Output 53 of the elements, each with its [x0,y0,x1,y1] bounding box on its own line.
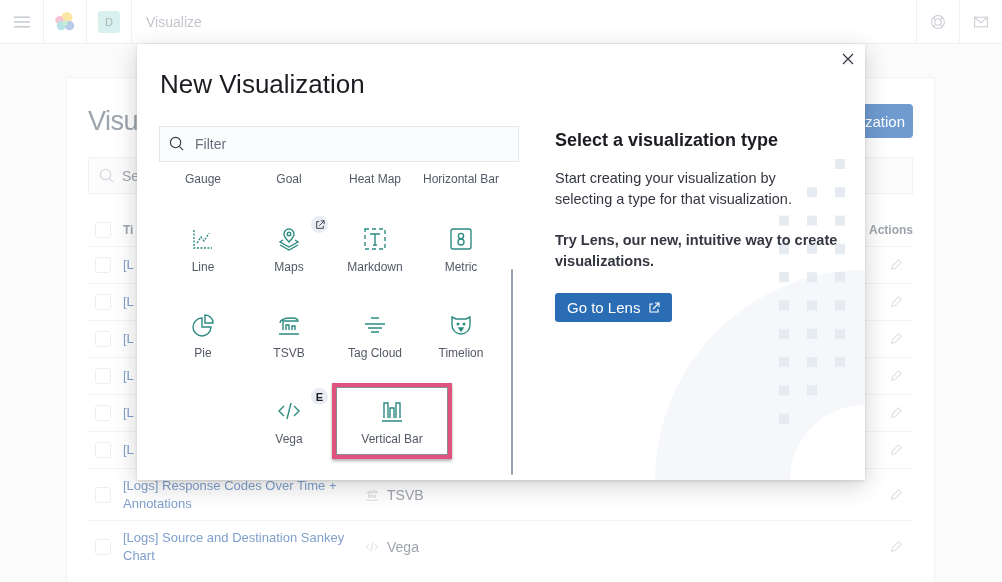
page-title: Visualize [146,13,202,30]
type-text: TSVB [387,486,424,503]
line-chart-icon [191,227,215,251]
menu-icon [13,15,30,28]
pencil-icon[interactable] [889,258,903,272]
vertical-bar-chart-icon [380,399,404,423]
visualization-type[interactable]: Goal [246,166,332,194]
visualization-type[interactable]: Vega E [246,383,332,459]
visualization-type[interactable]: Tag Cloud [332,297,418,373]
experimental-badge: E [311,388,328,405]
column-header: Ti [123,222,134,237]
visualization-type[interactable]: Markdown [332,211,418,287]
external-link-icon [648,301,661,314]
visualization-type[interactable]: Heat Map [332,166,418,194]
visualization-type[interactable]: TSVB [246,297,332,373]
code-icon [365,539,379,554]
visualization-type[interactable]: Metric [418,211,504,287]
lens-promo-text: Try Lens, our new, intuitive way to create visualizations. [555,231,839,271]
metric-icon [449,227,473,251]
pencil-icon[interactable] [889,539,903,554]
scrollbar[interactable] [511,269,513,475]
column-header: Actions [869,222,913,237]
type-text: Vega [387,538,419,555]
pencil-icon[interactable] [889,332,903,346]
description-text: Start creating your visualization by selecting a type for that visualization. [555,169,793,209]
tsvb-icon [365,487,379,502]
pie-chart-icon [191,313,215,337]
help-icon[interactable] [930,13,946,30]
external-link-badge [311,216,328,233]
pencil-icon[interactable] [889,295,903,309]
close-icon[interactable] [841,52,855,66]
dialog-title: New Visualization [159,68,365,101]
visualization-type[interactable]: Horizontal Bar [418,166,504,194]
filter-field[interactable]: Filter [159,126,519,162]
visualization-type[interactable]: Gauge [160,166,246,194]
bear-face-icon [449,313,473,337]
map-pin-icon [277,227,301,251]
go-to-lens-button[interactable]: Go to Lens [555,293,673,322]
visualization-type[interactable]: Maps [246,211,332,287]
page-heading: Visu [88,105,139,137]
markdown-icon [363,227,387,251]
visualization-type[interactable]: Line [160,211,246,287]
search-icon [169,136,184,151]
visualization-type[interactable]: Pie [160,297,246,373]
logo-icon[interactable] [54,10,76,33]
pencil-icon[interactable] [889,406,903,420]
search-icon [99,168,114,183]
visualization-type[interactable]: Vertical Bar [332,383,452,459]
section-heading: Select a visualization type [555,129,780,151]
pencil-icon[interactable] [889,369,903,383]
pencil-icon[interactable] [889,443,903,457]
visualization-type[interactable]: Timelion [418,297,504,373]
pencil-icon[interactable] [889,487,903,502]
